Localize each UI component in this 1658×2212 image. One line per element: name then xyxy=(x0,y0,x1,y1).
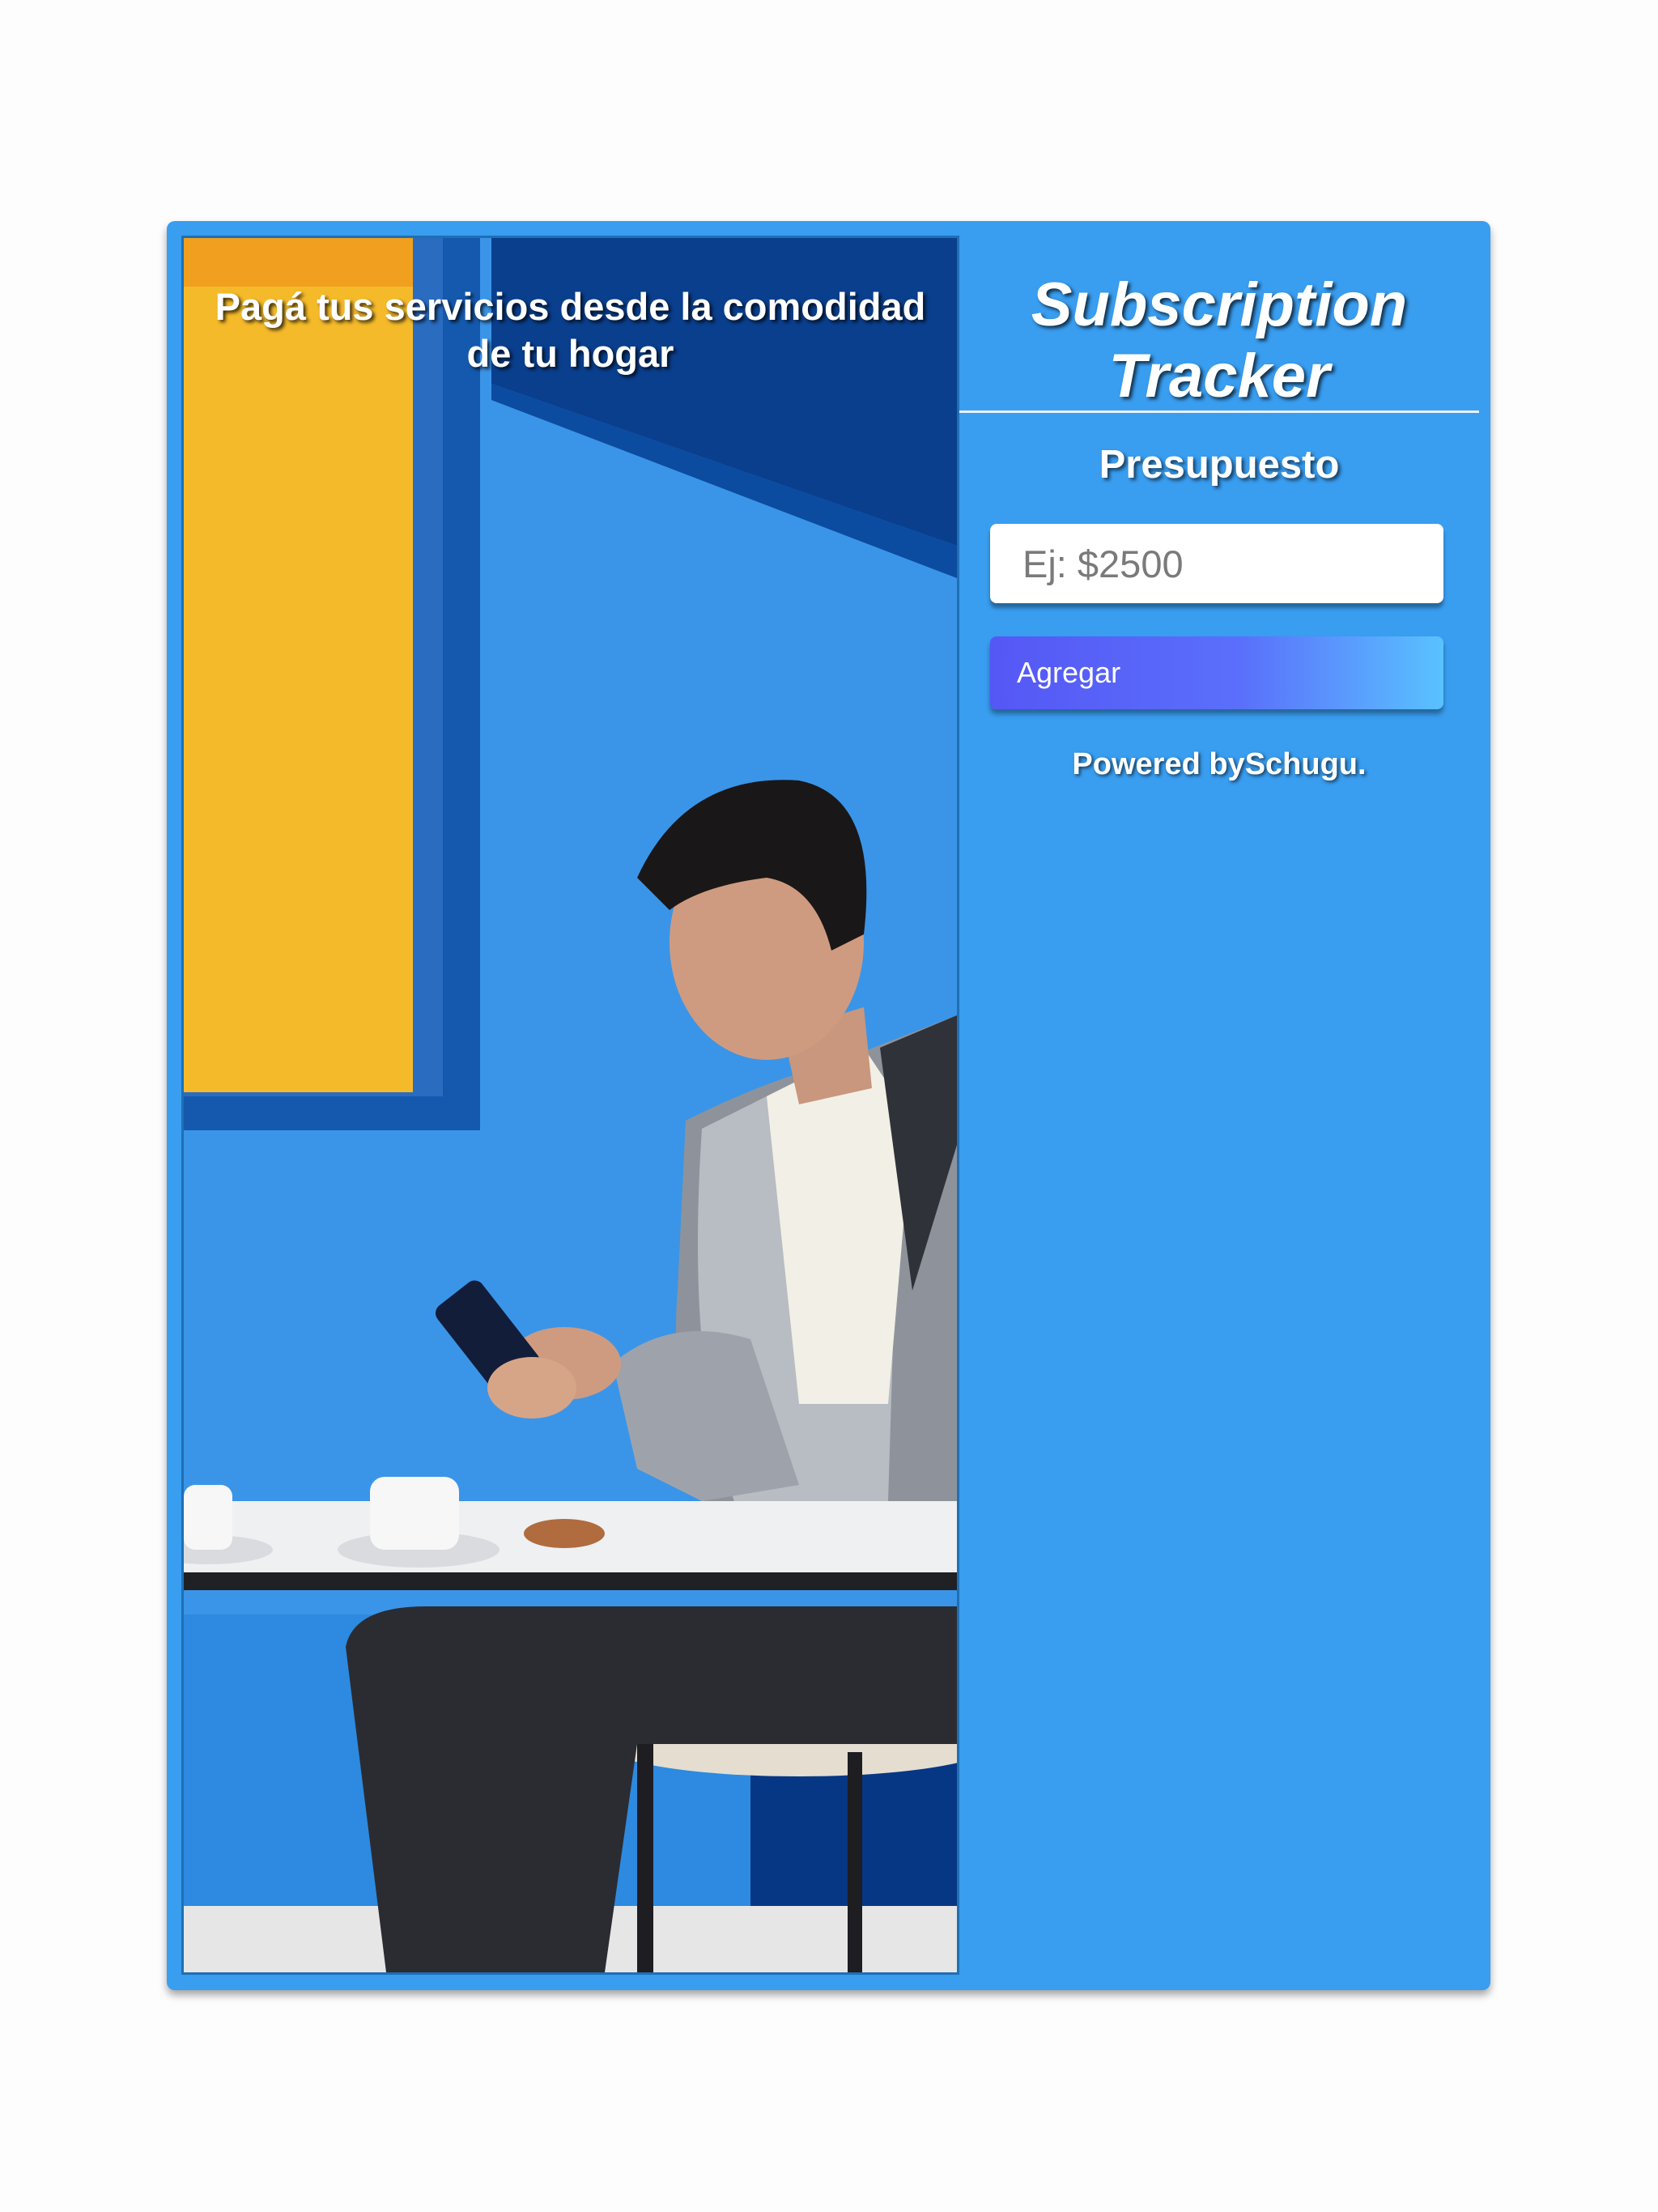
hero-caption: Pagá tus servicios desde la comodidad de… xyxy=(215,285,926,375)
app-title: Subscription Tracker xyxy=(1031,270,1408,410)
hero-image-panel: Pagá tus servicios desde la comodidad de… xyxy=(181,236,959,1975)
budget-label: Presupuesto xyxy=(1099,443,1340,487)
hero-illustration xyxy=(184,238,957,1972)
add-button[interactable]: Agregar xyxy=(990,636,1443,709)
tracker-panel: Subscription Tracker Presupuesto Agregar… xyxy=(959,221,1490,1990)
budget-input[interactable] xyxy=(990,524,1443,603)
app-card: Pagá tus servicios desde la comodidad de… xyxy=(167,221,1490,1990)
powered-by-credit: Powered bySchugu. xyxy=(1072,747,1367,781)
title-divider xyxy=(959,410,1479,413)
